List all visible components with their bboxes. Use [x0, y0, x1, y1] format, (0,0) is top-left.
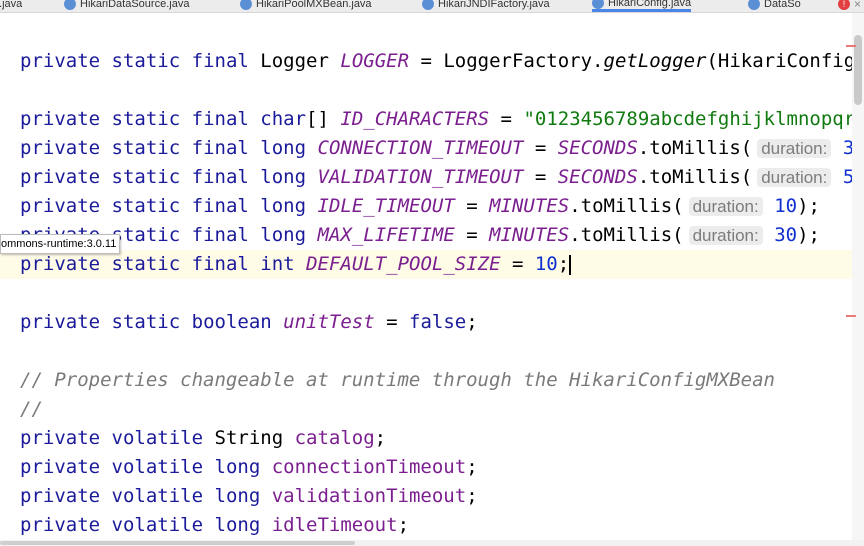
code-line-connection-timeout: private static final long CONNECTION_TIM…: [20, 137, 852, 159]
tab-hikari-datasource[interactable]: HikariDataSource.java: [64, 0, 189, 12]
java-class-icon: [64, 0, 76, 10]
code-line-validation-timeout-field: private volatile long validationTimeout;: [20, 485, 478, 507]
scroll-thumb[interactable]: [0, 541, 355, 545]
code-line-idle-timeout-field: private volatile long idleTimeout;: [20, 514, 410, 536]
vertical-scrollbar[interactable]: [852, 13, 864, 540]
code-line-idle-timeout: private static final long IDLE_TIMEOUT =…: [20, 195, 820, 217]
close-icon[interactable]: ×: [854, 0, 861, 11]
code-line-id-characters: private static final char[] ID_CHARACTER…: [20, 108, 852, 130]
tab-hikari-config[interactable]: HikariConfig.java: [592, 0, 692, 12]
code-line-comment: // Properties changeable at runtime thro…: [20, 369, 775, 391]
code-line-max-lifetime: private static final long MAX_LIFETIME =…: [20, 224, 820, 246]
code-line-validation-timeout: private static final long VALIDATION_TIM…: [20, 166, 852, 188]
parameter-hint: duration:: [757, 139, 832, 158]
tab-label: r.java: [0, 0, 23, 10]
code-line-logger: private static final Logger LOGGER = Log…: [20, 50, 852, 72]
error-indicator-icon[interactable]: !: [838, 0, 850, 10]
error-stripe-mark[interactable]: [846, 45, 856, 47]
code-editor[interactable]: private static final Logger LOGGER = Log…: [0, 13, 852, 540]
text-caret: [569, 254, 572, 275]
tab-datasource[interactable]: DataSo: [748, 0, 801, 12]
java-class-icon: [422, 0, 434, 10]
tab-label: DataSo: [764, 0, 801, 10]
tab-r-java[interactable]: r.java: [0, 0, 22, 12]
parameter-hint: duration:: [688, 197, 763, 216]
parameter-hint: duration:: [757, 168, 832, 187]
java-class-icon: [748, 0, 760, 10]
tab-hikari-jndi-factory[interactable]: HikariJNDIFactory.java: [422, 0, 550, 12]
code-line-connection-timeout-field: private volatile long connectionTimeout;: [20, 456, 478, 478]
tab-label: HikariJNDIFactory.java: [438, 0, 550, 10]
error-stripe-mark[interactable]: [846, 315, 856, 317]
code-line-default-pool-size: private static final int DEFAULT_POOL_SI…: [0, 250, 852, 279]
tab-label: HikariDataSource.java: [80, 0, 190, 10]
tab-label: HikariPoolMXBean.java: [256, 0, 372, 10]
editor-tab-bar: r.java HikariDataSource.java HikariPoolM…: [0, 0, 864, 13]
code-line-unit-test: private static boolean unitTest = false;: [20, 311, 478, 333]
tab-label: HikariConfig.java: [608, 0, 692, 9]
library-tooltip: ommons-runtime:3.0.11: [0, 234, 121, 254]
java-class-icon: [240, 0, 252, 10]
java-class-icon: [592, 0, 604, 9]
horizontal-scrollbar[interactable]: [0, 540, 864, 546]
tab-hikari-pool-mxbean[interactable]: HikariPoolMXBean.java: [240, 0, 372, 12]
parameter-hint: duration:: [688, 226, 763, 245]
code-line-comment-empty: //: [20, 398, 43, 420]
code-line-catalog: private volatile String catalog;: [20, 427, 387, 449]
